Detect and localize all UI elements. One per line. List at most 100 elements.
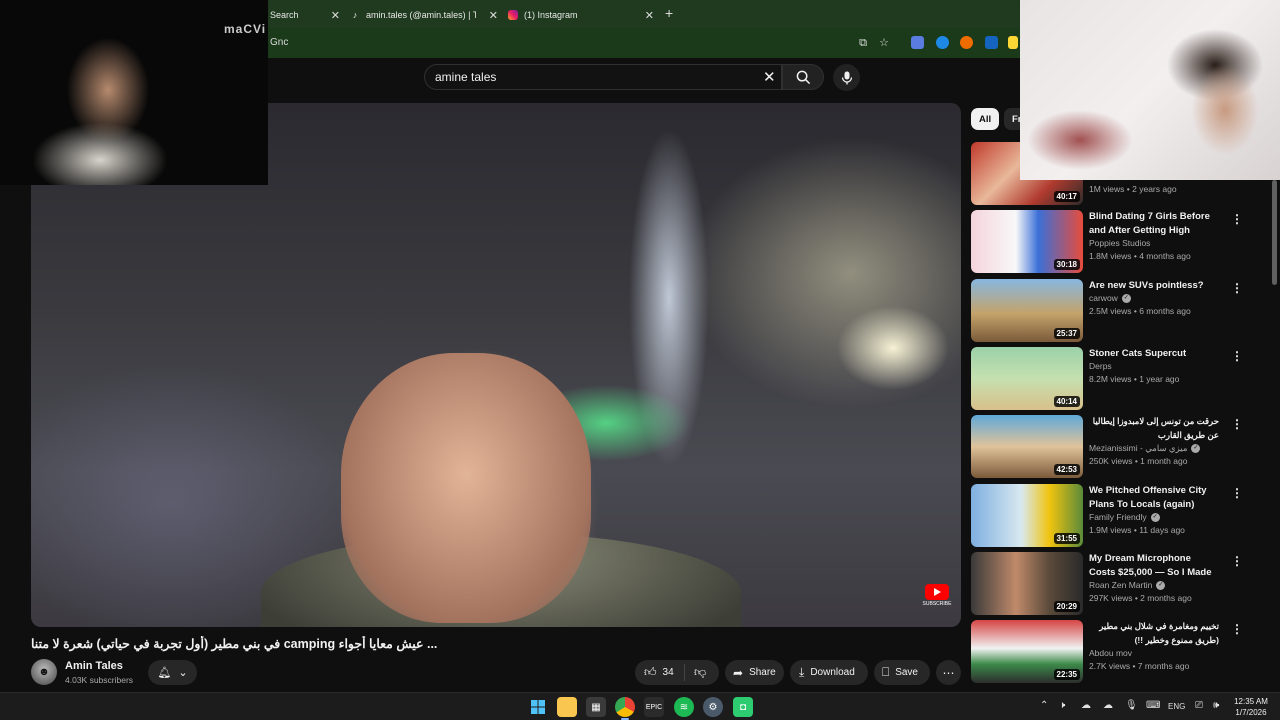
video-views-and-age: 1.9M views • 11 days ago: [1089, 525, 1185, 535]
volume-icon[interactable]: 🕨: [1059, 700, 1065, 711]
windows-taskbar: ▦ EPIC ≋ ⚙ ◘ ⌃ 🕨 ☁ ☁ 🎙︎ ⌨ ENG ⎚ 🕪 12:35 …: [0, 692, 1280, 720]
clear-search-icon[interactable]: ✕: [763, 68, 776, 86]
more-vertical-icon[interactable]: ⋮: [1231, 554, 1243, 568]
subscribe-watermark[interactable]: SUBSCRIBE: [923, 584, 951, 610]
more-vertical-icon[interactable]: ⋮: [1231, 349, 1243, 363]
input-language[interactable]: ENG: [1168, 702, 1185, 711]
close-icon[interactable]: ✕: [331, 9, 340, 22]
more-vertical-icon[interactable]: ⋮: [1231, 212, 1243, 226]
video-thumbnail[interactable]: 22:35: [971, 620, 1083, 683]
address-text[interactable]: Gnc: [270, 37, 288, 48]
tiktok-icon: ♪: [352, 10, 358, 20]
tab-tiktok[interactable]: ♪ amin.tales (@amin.tales) | TikTo ✕: [350, 4, 498, 26]
search-input[interactable]: amine tales ✕: [424, 64, 782, 90]
more-actions-button[interactable]: ⋯: [936, 660, 961, 685]
video-views-and-age: 1M views • 2 years ago: [1089, 184, 1177, 194]
video-title[interactable]: حرقت من تونس إلى لامبدوزا إيطاليا عن طري…: [1089, 415, 1219, 442]
chrome-icon[interactable]: [615, 697, 635, 717]
share-button[interactable]: ➦ Share: [725, 660, 784, 685]
search-button[interactable]: [782, 64, 824, 90]
speaker-icon[interactable]: 🕪: [1213, 700, 1219, 711]
recommended-video[interactable]: 30:18 Blind Dating 7 Girls Before and Aft…: [971, 210, 1271, 274]
video-thumbnail[interactable]: 42:53: [971, 415, 1083, 478]
new-tab-button[interactable]: +: [665, 5, 673, 21]
cast-icon[interactable]: ⧉: [856, 36, 870, 50]
video-title[interactable]: تخييم ومغامرة في شلال بني مطير (طريق ممن…: [1089, 620, 1219, 647]
channel-avatar[interactable]: ☻: [31, 659, 57, 685]
notification-bell-button[interactable]: 🔔︎ ⌄: [148, 660, 197, 685]
channel-name[interactable]: Roan Zen Martin ✓: [1089, 580, 1166, 590]
channel-name[interactable]: Amin Tales: [65, 660, 123, 672]
video-title[interactable]: We Pitched Offensive City Plans To Local…: [1089, 484, 1219, 511]
recommended-video[interactable]: 25:37 Are new SUVs pointless? carwow ✓ 2.5M …: [971, 279, 1271, 343]
close-icon[interactable]: ✕: [489, 9, 498, 22]
keyboard-icon[interactable]: ⌨: [1146, 700, 1160, 711]
chevron-up-icon[interactable]: ⌃: [1040, 700, 1048, 711]
more-vertical-icon[interactable]: ⋮: [1231, 281, 1243, 295]
video-thumbnail[interactable]: 20:29: [971, 552, 1083, 615]
extension-icon[interactable]: [1008, 36, 1018, 49]
like-dislike-group: 👍︎ 34 👎︎: [635, 660, 719, 685]
translate-extension-icon[interactable]: [911, 36, 924, 49]
channel-name[interactable]: Poppies Studios: [1089, 238, 1150, 248]
share-label: Share: [749, 667, 776, 678]
save-button[interactable]: ⎕ Save: [874, 660, 930, 685]
video-frame-face: [341, 353, 591, 623]
tab-label: amin.tales (@amin.tales) | TikTo: [366, 10, 476, 20]
channel-name[interactable]: Mezianissimi - ميزي سامي ✓: [1089, 443, 1201, 454]
channel-name[interactable]: carwow ✓: [1089, 293, 1131, 303]
video-thumbnail[interactable]: 30:18: [971, 210, 1083, 273]
video-duration: 22:35: [1053, 669, 1080, 680]
bookmark-icon: ⎕: [882, 665, 890, 679]
onedrive-icon[interactable]: ☁: [1081, 700, 1091, 711]
channel-name[interactable]: Derps: [1089, 361, 1112, 371]
recommended-video[interactable]: 42:53 حرقت من تونس إلى لامبدوزا إيطاليا ع…: [971, 415, 1271, 479]
network-icon[interactable]: ⎚: [1195, 700, 1203, 711]
voice-search-button[interactable]: [833, 64, 860, 91]
tab-search[interactable]: Search ✕: [270, 4, 340, 26]
video-thumbnail[interactable]: 25:37: [971, 279, 1083, 342]
close-icon[interactable]: ✕: [645, 9, 654, 22]
like-button[interactable]: 👍︎ 34: [635, 664, 685, 681]
more-vertical-icon[interactable]: ⋮: [1231, 486, 1243, 500]
video-duration: 25:37: [1053, 328, 1080, 339]
star-icon[interactable]: ☆: [877, 36, 891, 50]
dislike-button[interactable]: 👎︎: [685, 665, 706, 680]
sidebar-scrollbar[interactable]: [1272, 180, 1277, 285]
search-input-value: amine tales: [435, 70, 497, 84]
extension-icon[interactable]: [985, 36, 998, 49]
spotify-icon[interactable]: ≋: [674, 697, 694, 717]
system-clock[interactable]: 12:35 AM 1/7/2026: [1227, 696, 1275, 718]
recommended-video[interactable]: 22:35 تخييم ومغامرة في شلال بني مطير (طري…: [971, 620, 1271, 684]
app-icon[interactable]: ◘: [733, 697, 753, 717]
video-thumbnail[interactable]: 40:14: [971, 347, 1083, 410]
video-views-and-age: 2.5M views • 6 months ago: [1089, 306, 1191, 316]
store-icon[interactable]: ▦: [586, 697, 606, 717]
webcam-overlay-left: maCVi: [0, 0, 268, 185]
thumbs-up-icon: 👍︎: [644, 665, 657, 679]
recommended-video[interactable]: 40:14 Stoner Cats Supercut Derps 8.2M views…: [971, 347, 1271, 411]
video-title[interactable]: Stoner Cats Supercut: [1089, 347, 1219, 361]
settings-icon[interactable]: ⚙: [703, 697, 723, 717]
extension-icon[interactable]: [936, 36, 949, 49]
chip-all[interactable]: All: [971, 108, 1000, 130]
recommended-video[interactable]: 20:29 My Dream Microphone Costs $25,000 —…: [971, 552, 1271, 616]
windows-start-icon[interactable]: [528, 697, 548, 717]
more-vertical-icon[interactable]: ⋮: [1231, 622, 1243, 636]
video-title[interactable]: Are new SUVs pointless?: [1089, 279, 1219, 293]
cloud-icon[interactable]: ☁: [1103, 700, 1113, 711]
video-title[interactable]: My Dream Microphone Costs $25,000 — So I…: [1089, 552, 1219, 580]
extension-icon[interactable]: [960, 36, 973, 49]
file-explorer-icon[interactable]: [557, 697, 577, 717]
video-thumbnail[interactable]: 31:55: [971, 484, 1083, 547]
epic-games-icon[interactable]: EPIC: [644, 697, 664, 717]
more-vertical-icon[interactable]: ⋮: [1231, 417, 1243, 431]
recommended-video[interactable]: 31:55 We Pitched Offensive City Plans To …: [971, 484, 1271, 548]
microphone-icon[interactable]: 🎙︎: [1125, 700, 1138, 711]
channel-name[interactable]: Abdou mov: [1089, 648, 1132, 658]
channel-name[interactable]: Family Friendly ✓: [1089, 512, 1160, 522]
tab-instagram[interactable]: (1) Instagram ✕: [508, 4, 654, 26]
channel-name-text: Derps: [1089, 361, 1112, 371]
download-button[interactable]: ⤓ Download: [790, 660, 868, 685]
video-title[interactable]: Blind Dating 7 Girls Before and After Ge…: [1089, 210, 1219, 237]
